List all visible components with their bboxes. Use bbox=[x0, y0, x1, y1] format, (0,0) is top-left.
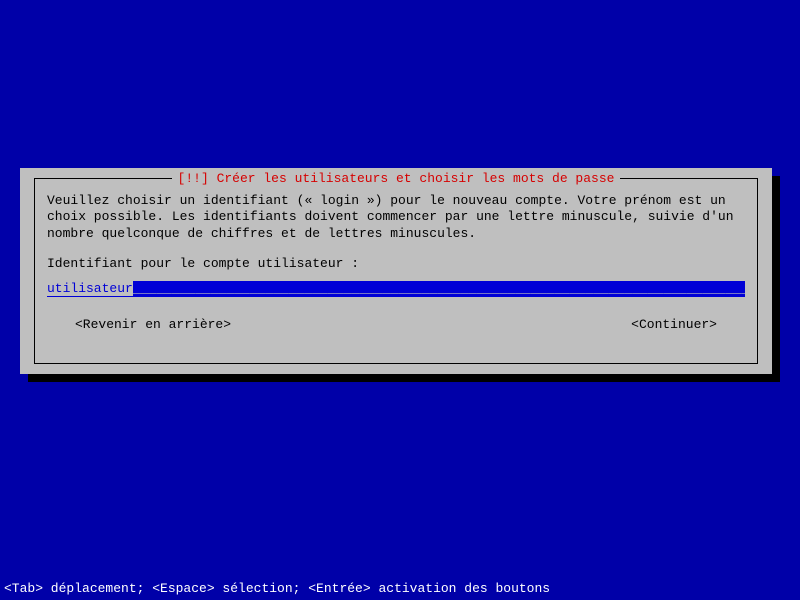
dialog-title: [!!] Créer les utilisateurs et choisir l… bbox=[172, 171, 621, 186]
back-button[interactable]: <Revenir en arrière> bbox=[75, 317, 231, 332]
input-filler: ________________________________________… bbox=[133, 281, 745, 296]
title-bangs: [!!] bbox=[178, 171, 209, 186]
button-row: <Revenir en arrière> <Continuer> bbox=[47, 317, 745, 332]
username-input-value: utilisateur bbox=[47, 281, 133, 296]
continue-button[interactable]: <Continuer> bbox=[631, 317, 717, 332]
title-text: Créer les utilisateurs et choisir les mo… bbox=[217, 171, 615, 186]
username-input[interactable]: utilisateur_____________________________… bbox=[47, 281, 745, 297]
footer-help: <Tab> déplacement; <Espace> sélection; <… bbox=[4, 581, 550, 596]
input-prompt: Identifiant pour le compte utilisateur : bbox=[47, 256, 745, 271]
dialog-description: Veuillez choisir un identifiant (« login… bbox=[47, 193, 745, 242]
dialog-frame: [!!] Créer les utilisateurs et choisir l… bbox=[34, 178, 758, 364]
dialog-title-wrap: [!!] Créer les utilisateurs et choisir l… bbox=[35, 171, 757, 186]
dialog: [!!] Créer les utilisateurs et choisir l… bbox=[20, 168, 772, 374]
